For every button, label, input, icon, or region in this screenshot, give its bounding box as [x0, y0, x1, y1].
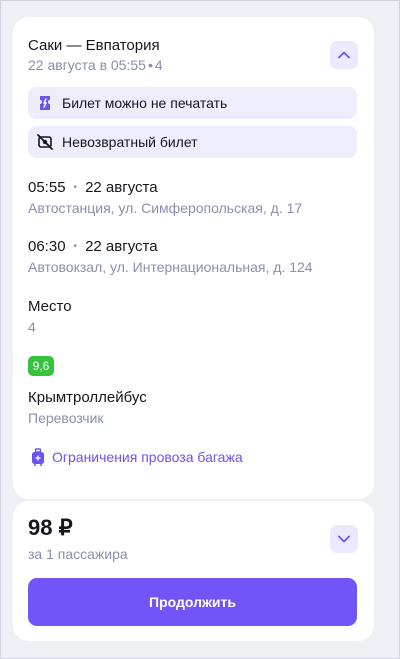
carrier-role: Перевозчик — [28, 410, 104, 426]
arrival-time: 06:30 — [28, 238, 66, 255]
feature-label-no-refund: Невозвратный билет — [62, 134, 198, 150]
continue-button[interactable]: Продолжить — [28, 578, 357, 626]
departure-address: Автостанция, ул. Симферопольская, д. 17 — [28, 200, 303, 216]
chevron-up-icon — [338, 51, 350, 59]
price-amount: 98 ₽ — [28, 515, 73, 540]
price-per-passenger: за 1 пассажира — [28, 546, 128, 562]
route-date-time: 22 августа в 05:55 — [28, 57, 146, 73]
expand-price-button[interactable] — [330, 525, 358, 553]
arrival-date: 22 августа — [85, 238, 158, 255]
arrival-address: Автовокзал, ул. Интернациональная, д. 12… — [28, 259, 313, 275]
carrier-name: Крымтроллейбус — [28, 389, 147, 406]
route-seat: 4 — [154, 57, 163, 73]
ticket-icon — [36, 94, 54, 112]
carrier-rating-badge: 9,6 — [28, 356, 54, 376]
seat-label: Место — [28, 298, 72, 315]
no-refund-icon — [36, 133, 54, 151]
chevron-down-icon — [338, 535, 350, 543]
separator-dot: • — [147, 57, 153, 73]
separator-dot: • — [73, 182, 78, 193]
feature-label-e-ticket: Билет можно не печатать — [62, 95, 228, 111]
feature-pill-no-refund: Невозвратный билет — [28, 126, 357, 158]
baggage-link-label: Ограничения провоза багажа — [52, 449, 243, 465]
page-frame: Саки — Евпатория 22 августа в 05:55 • 4 Би… — [0, 0, 400, 659]
baggage-restrictions-link[interactable]: Ограничения провоза багажа — [31, 448, 243, 466]
feature-pill-e-ticket: Билет можно не печатать — [28, 87, 357, 119]
departure-row: 05:55 • 22 августа — [28, 179, 158, 196]
route-title: Саки — Евпатория — [28, 37, 160, 54]
departure-date: 22 августа — [85, 179, 158, 196]
departure-time: 05:55 — [28, 179, 66, 196]
route-subtitle: 22 августа в 05:55 • 4 — [28, 57, 163, 73]
luggage-icon — [31, 448, 45, 466]
separator-dot: • — [73, 241, 78, 252]
seat-value: 4 — [28, 319, 36, 335]
collapse-button[interactable] — [330, 41, 358, 69]
arrival-row: 06:30 • 22 августа — [28, 238, 158, 255]
